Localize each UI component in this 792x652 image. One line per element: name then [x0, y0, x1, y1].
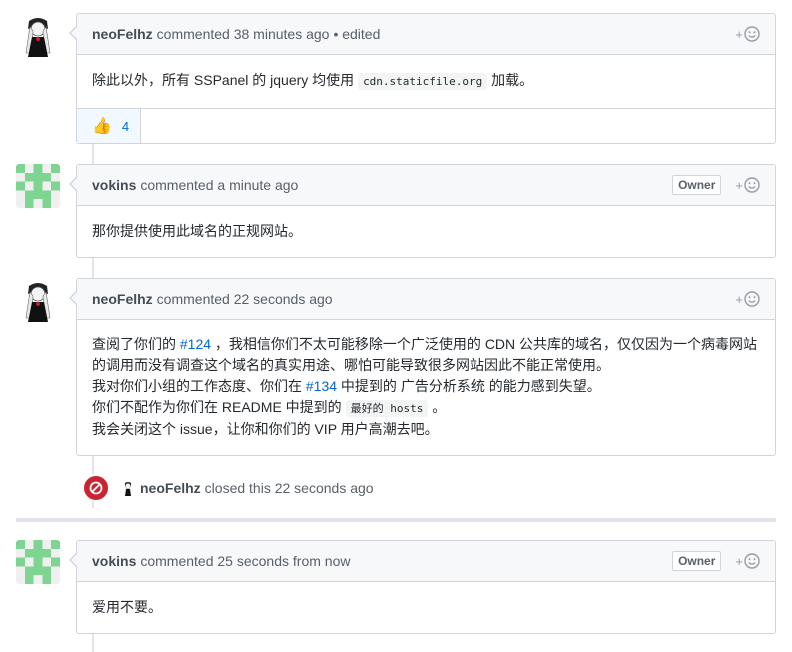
- comment-header: vokins commented a minute ago Owner +: [77, 165, 775, 206]
- comment-body: 那你提供使用此域名的正规网站。: [77, 206, 775, 256]
- comment-timestamp[interactable]: commented a minute ago: [140, 177, 298, 193]
- body-text: 你们不配作为你们在 README 中提到的: [92, 399, 346, 415]
- event-author[interactable]: neoFelhz: [140, 480, 201, 496]
- timeline-line: [92, 634, 94, 652]
- comment-author[interactable]: vokins: [92, 177, 136, 193]
- comment-body: 除此以外，所有 SSPanel 的 jquery 均使用 cdn.staticf…: [77, 55, 775, 108]
- comment-body: 查阅了你们的 #124 ，我相信你们不太可能移除一个广泛使用的 CDN 公共库的…: [77, 320, 775, 454]
- timeline-divider: [16, 518, 776, 522]
- comment-timestamp[interactable]: commented 22 seconds ago: [157, 291, 333, 307]
- plus-label: +: [735, 553, 743, 569]
- body-text: 中提到的 广告分析系统 的能力感到失望。: [337, 378, 601, 394]
- smiley-icon: [744, 177, 760, 193]
- add-reaction-button[interactable]: +: [735, 26, 760, 42]
- comment-timestamp[interactable]: commented 38 minutes ago: [157, 26, 330, 42]
- avatar[interactable]: [16, 278, 60, 322]
- plus-label: +: [735, 26, 743, 42]
- comment-header: neoFelhz commented 38 minutes ago • edit…: [77, 14, 775, 55]
- add-reaction-button[interactable]: +: [735, 553, 760, 569]
- comment: vokins commented 25 seconds from now Own…: [69, 540, 776, 634]
- comment-header: vokins commented 25 seconds from now Own…: [77, 541, 775, 582]
- body-text: 那你提供使用此域名的正规网站。: [92, 223, 302, 239]
- body-text: 我对你们小组的工作态度、你们在: [92, 378, 306, 394]
- issue-link[interactable]: #124: [180, 336, 211, 352]
- body-text: 查阅了你们的: [92, 336, 180, 352]
- plus-label: +: [735, 291, 743, 307]
- thumbs-up-icon: 👍: [92, 118, 112, 135]
- plus-label: +: [735, 177, 743, 193]
- body-text: 爱用不要。: [92, 599, 162, 615]
- timeline-line: [92, 258, 94, 278]
- circle-slash-icon: [82, 474, 110, 502]
- timeline-line: [92, 144, 94, 164]
- comment-author[interactable]: neoFelhz: [92, 291, 153, 307]
- edited-indicator[interactable]: • edited: [333, 26, 380, 42]
- comment-body: 爱用不要。: [77, 582, 775, 632]
- reactions-bar: 👍 4: [77, 108, 775, 143]
- body-text: 。: [428, 399, 447, 415]
- comment-author[interactable]: vokins: [92, 553, 136, 569]
- body-text: 我会关闭这个 issue，让你和你们的 VIP 用户高潮去吧。: [92, 421, 439, 437]
- owner-badge: Owner: [672, 551, 722, 571]
- comment-header: neoFelhz commented 22 seconds ago +: [77, 279, 775, 320]
- comment: neoFelhz commented 38 minutes ago • edit…: [69, 13, 776, 144]
- owner-badge: Owner: [672, 175, 722, 195]
- reaction-thumbs-up[interactable]: 👍 4: [77, 109, 141, 143]
- smiley-icon: [744, 26, 760, 42]
- add-reaction-button[interactable]: +: [735, 291, 760, 307]
- event-text: closed this 22 seconds ago: [204, 480, 374, 496]
- comment: neoFelhz commented 22 seconds ago + 查阅了你…: [69, 278, 776, 456]
- body-text: 除此以外，所有 SSPanel 的 jquery 均使用: [92, 72, 359, 88]
- avatar[interactable]: [16, 13, 60, 57]
- reaction-count: 4: [121, 118, 130, 134]
- closed-event: neoFelhz closed this 22 seconds ago: [82, 474, 374, 502]
- avatar[interactable]: [16, 540, 60, 584]
- issue-link[interactable]: #134: [306, 378, 337, 394]
- comment-author[interactable]: neoFelhz: [92, 26, 153, 42]
- smiley-icon: [744, 553, 760, 569]
- add-reaction-button[interactable]: +: [735, 177, 760, 193]
- avatar[interactable]: [16, 164, 60, 208]
- inline-code: cdn.staticfile.org: [358, 73, 488, 90]
- comment-timestamp[interactable]: commented 25 seconds from now: [140, 553, 350, 569]
- inline-code: 最好的 hosts: [345, 400, 429, 417]
- mini-avatar[interactable]: [120, 480, 136, 496]
- smiley-icon: [744, 291, 760, 307]
- comment: vokins commented a minute ago Owner + 那你…: [69, 164, 776, 258]
- body-text: 加载。: [487, 72, 534, 88]
